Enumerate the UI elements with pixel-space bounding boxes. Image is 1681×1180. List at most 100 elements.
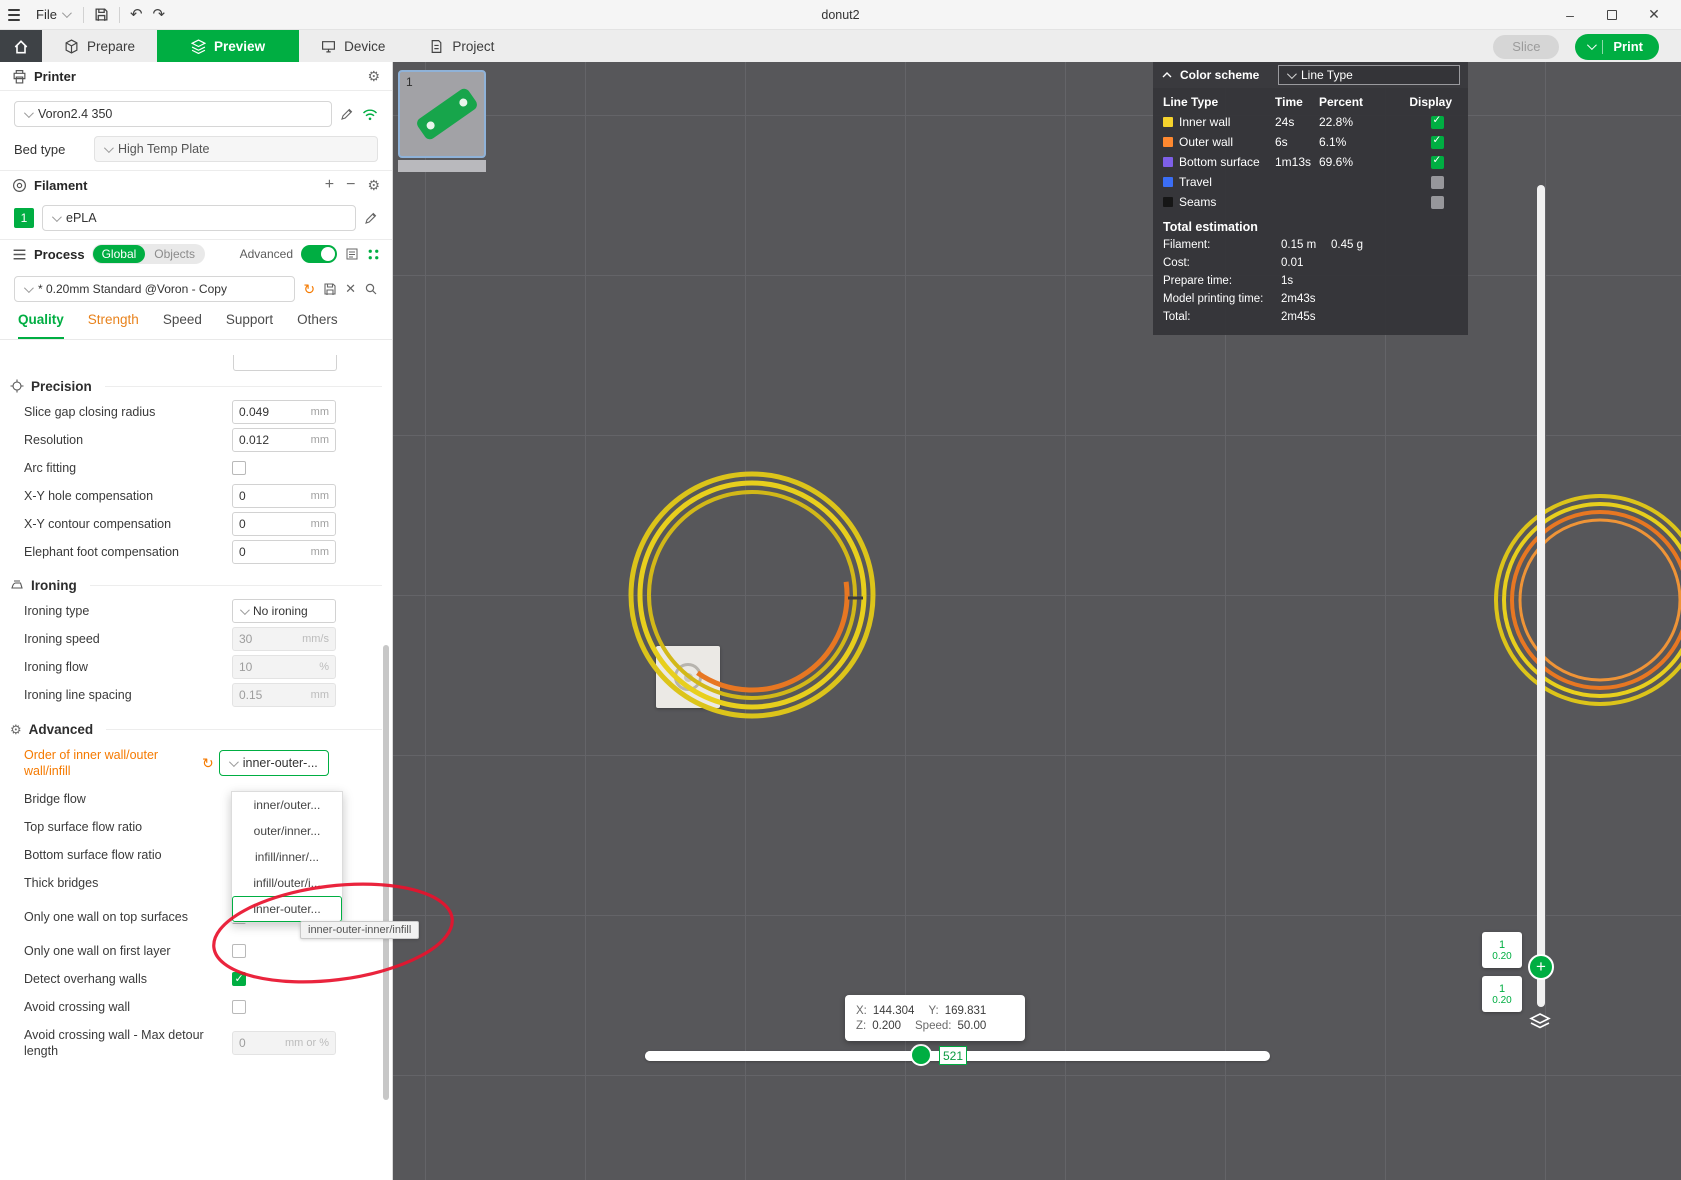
ironing-icon [10, 578, 24, 592]
elephant-foot-compensation-input[interactable]: 0mm [232, 540, 336, 564]
layer-range-badge-bottom[interactable]: 1 0.20 [1482, 976, 1522, 1012]
tab-preview[interactable]: Preview [157, 30, 299, 63]
edit-printer-icon[interactable] [340, 107, 354, 121]
process-section-title: Process [34, 247, 85, 262]
layer-range-badge-top[interactable]: 1 0.20 [1482, 932, 1522, 968]
scope-global-pill[interactable]: Global [93, 245, 146, 263]
process-icon [12, 247, 27, 262]
tab-project[interactable]: Project [407, 30, 516, 63]
wall-order-option-selected[interactable]: inner-outer... [232, 896, 342, 922]
slice-gap-closing-radius-input[interactable]: 0.049mm [232, 400, 336, 424]
filament-section-header[interactable]: Filament + − ⚙ [0, 170, 392, 199]
wall-order-option[interactable]: outer/inner... [232, 818, 342, 844]
main-navbar: Prepare Preview Device Project Slice [0, 30, 1681, 63]
save-icon[interactable] [94, 7, 109, 22]
detect-overhang-walls-checkbox[interactable] [232, 972, 246, 986]
home-button[interactable] [0, 30, 42, 63]
tab-speed[interactable]: Speed [163, 312, 202, 339]
filament-slot-badge[interactable]: 1 [14, 208, 34, 228]
wall-order-option[interactable]: infill/outer/i... [232, 870, 342, 896]
preset-list-icon[interactable] [345, 247, 359, 261]
setting-value: 0.012 [239, 433, 269, 447]
remove-filament-icon[interactable]: − [346, 177, 355, 193]
filament-settings-gear-icon[interactable]: ⚙ [367, 178, 380, 192]
setting-value: 0.049 [239, 405, 269, 419]
display-inner-wall-checkbox[interactable] [1431, 116, 1444, 129]
display-seams-checkbox[interactable] [1431, 196, 1444, 209]
tab-prepare[interactable]: Prepare [42, 30, 157, 63]
precision-section-header[interactable]: Precision [0, 374, 392, 398]
wall-order-select[interactable]: inner-outer-... [219, 750, 329, 776]
display-travel-checkbox[interactable] [1431, 176, 1444, 189]
plate-thumbnail[interactable]: 1 [398, 70, 486, 158]
window-minimize-button[interactable]: – [1549, 0, 1591, 29]
advanced-mode-toggle[interactable] [301, 245, 337, 263]
wall-order-option[interactable]: inner/outer... [232, 792, 342, 818]
legend-percent: 6.1% [1319, 135, 1381, 149]
save-preset-icon[interactable] [323, 282, 337, 296]
edit-filament-icon[interactable] [364, 211, 378, 225]
tab-quality[interactable]: Quality [18, 312, 64, 339]
printer-settings-gear-icon[interactable]: ⚙ [367, 69, 380, 83]
filament-select[interactable]: ePLA [42, 205, 356, 231]
legend-name: Seams [1179, 195, 1216, 209]
chevron-down-icon [52, 212, 62, 222]
legend-name: Travel [1179, 175, 1212, 189]
ironing-speed-input[interactable]: 30mm/s [232, 627, 336, 651]
quality-settings-scroll[interactable]: Precision Slice gap closing radius 0.049… [0, 340, 392, 1136]
toolpath-preview [393, 62, 1681, 1180]
add-filament-icon[interactable]: + [325, 177, 334, 193]
ironing-line-spacing-input[interactable]: 0.15mm [232, 683, 336, 707]
collapse-panel-icon[interactable] [1161, 69, 1173, 81]
advanced-mode-label: Advanced [240, 247, 293, 261]
clipped-setting-input[interactable] [233, 355, 337, 371]
layer-slider[interactable] [1537, 185, 1545, 1007]
arc-fitting-checkbox[interactable] [232, 461, 246, 475]
printer-select[interactable]: Voron2.4 350 [14, 101, 332, 127]
printer-section-header[interactable]: Printer ⚙ [0, 62, 392, 91]
move-slider-handle[interactable] [910, 1044, 932, 1066]
xy-contour-compensation-input[interactable]: 0mm [232, 512, 336, 536]
advanced-section-header[interactable]: ⚙ Advanced [0, 717, 392, 741]
preview-viewport[interactable]: 1 Color scheme Line Type Line T [393, 62, 1681, 1180]
tab-device-label: Device [344, 39, 385, 54]
tab-device[interactable]: Device [299, 30, 407, 63]
xy-hole-compensation-input[interactable]: 0mm [232, 484, 336, 508]
file-menu[interactable]: File [32, 5, 73, 24]
ironing-section-header[interactable]: Ironing [0, 573, 392, 597]
only-one-wall-first-layer-checkbox[interactable] [232, 944, 246, 958]
col-percent: Percent [1319, 95, 1381, 109]
ironing-flow-input[interactable]: 10% [232, 655, 336, 679]
print-dropdown-chevron-icon[interactable] [1575, 43, 1602, 50]
hamburger-menu-icon[interactable] [6, 7, 22, 23]
window-maximize-button[interactable] [1591, 0, 1633, 29]
process-preset-select[interactable]: * 0.20mm Standard @Voron - Copy [14, 276, 295, 302]
settings-scrollbar[interactable] [383, 645, 389, 1100]
resolution-input[interactable]: 0.012mm [232, 428, 336, 452]
tab-support[interactable]: Support [226, 312, 273, 339]
setting-row: Elephant foot compensation 0mm [0, 538, 392, 566]
reset-wall-order-icon[interactable]: ↻ [202, 755, 214, 772]
layers-stack-icon[interactable] [1528, 1010, 1552, 1034]
tab-strength[interactable]: Strength [88, 312, 139, 339]
settings-grid-icon[interactable] [367, 248, 380, 261]
total-row: Model printing time: 2m43s [1153, 290, 1468, 308]
process-section-header[interactable]: Process Global Objects Advanced [0, 239, 392, 268]
slice-button[interactable]: Slice [1493, 35, 1559, 59]
tab-others[interactable]: Others [297, 312, 338, 339]
display-bottom-surface-checkbox[interactable] [1431, 156, 1444, 169]
wall-order-option[interactable]: infill/inner/... [232, 844, 342, 870]
ironing-type-select[interactable]: No ironing [232, 599, 336, 623]
search-icon[interactable] [364, 282, 378, 296]
max-detour-length-input[interactable]: 0mm or % [232, 1031, 336, 1055]
print-button[interactable]: Print [1575, 34, 1659, 60]
display-outer-wall-checkbox[interactable] [1431, 136, 1444, 149]
wifi-icon[interactable] [362, 108, 378, 121]
avoid-crossing-wall-checkbox[interactable] [232, 1000, 246, 1014]
setting-row: Only one wall on first layer [0, 937, 392, 965]
bed-type-select[interactable]: High Temp Plate [94, 136, 378, 162]
window-close-button[interactable]: ✕ [1633, 0, 1675, 29]
add-layer-range-button[interactable]: + [1528, 954, 1554, 980]
view-mode-select[interactable]: Line Type [1278, 65, 1460, 85]
scope-objects-pill[interactable]: Objects [145, 245, 204, 263]
